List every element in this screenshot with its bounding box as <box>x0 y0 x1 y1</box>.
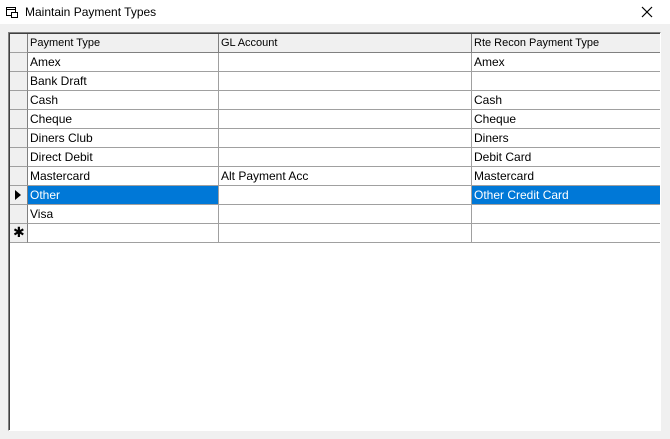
row-selector[interactable] <box>10 91 28 110</box>
cell-payment-type[interactable]: Diners Club <box>28 129 219 148</box>
cell-rte-recon-payment-type[interactable] <box>472 72 660 91</box>
select-all-corner[interactable] <box>10 34 28 53</box>
window-title: Maintain Payment Types <box>25 5 157 19</box>
cell-payment-type[interactable]: Cash <box>28 91 219 110</box>
table-row[interactable]: Mastercard Alt Payment Acc Mastercard <box>10 167 660 186</box>
cell-gl-account[interactable] <box>219 53 472 72</box>
payment-types-grid[interactable]: Payment Type GL Account Rte Recon Paymen… <box>8 32 661 431</box>
cell-gl-account[interactable] <box>219 148 472 167</box>
close-icon <box>641 6 653 18</box>
title-bar: Maintain Payment Types <box>0 0 670 24</box>
window-client-area: Payment Type GL Account Rte Recon Paymen… <box>0 24 670 439</box>
close-button[interactable] <box>624 0 670 24</box>
cell-rte-recon-payment-type[interactable]: Other Credit Card <box>472 186 660 205</box>
cell-payment-type[interactable]: Amex <box>28 53 219 72</box>
cell-gl-account[interactable] <box>219 110 472 129</box>
column-header-rte-recon-payment-type[interactable]: Rte Recon Payment Type <box>472 34 660 53</box>
row-selector[interactable] <box>10 53 28 72</box>
cell-payment-type[interactable] <box>28 224 219 243</box>
cell-gl-account[interactable] <box>219 91 472 110</box>
cell-gl-account[interactable] <box>219 224 472 243</box>
cell-gl-account[interactable]: Alt Payment Acc <box>219 167 472 186</box>
table-row[interactable]: Amex Amex <box>10 53 660 72</box>
row-selector[interactable] <box>10 148 28 167</box>
new-record-row[interactable]: ✱ <box>10 224 660 243</box>
cell-rte-recon-payment-type[interactable]: Mastercard <box>472 167 660 186</box>
cell-rte-recon-payment-type[interactable]: Cash <box>472 91 660 110</box>
cell-gl-account[interactable] <box>219 129 472 148</box>
column-header-payment-type[interactable]: Payment Type <box>28 34 219 53</box>
row-selector[interactable] <box>10 167 28 186</box>
current-row-arrow-icon <box>15 190 21 200</box>
table-row[interactable]: Visa <box>10 205 660 224</box>
table-row[interactable]: Cash Cash <box>10 91 660 110</box>
cell-rte-recon-payment-type[interactable]: Debit Card <box>472 148 660 167</box>
cell-payment-type[interactable]: Direct Debit <box>28 148 219 167</box>
cell-gl-account[interactable] <box>219 205 472 224</box>
cell-payment-type[interactable]: Visa <box>28 205 219 224</box>
table-row[interactable]: Bank Draft <box>10 72 660 91</box>
table-row[interactable]: Diners Club Diners <box>10 129 660 148</box>
row-selector[interactable] <box>10 186 28 205</box>
row-selector[interactable] <box>10 129 28 148</box>
cell-payment-type[interactable]: Mastercard <box>28 167 219 186</box>
cell-gl-account[interactable] <box>219 186 472 205</box>
table-row[interactable]: Other Other Credit Card <box>10 186 660 205</box>
cell-rte-recon-payment-type[interactable]: Diners <box>472 129 660 148</box>
cell-gl-account[interactable] <box>219 72 472 91</box>
table-row[interactable]: Cheque Cheque <box>10 110 660 129</box>
form-icon <box>6 7 18 18</box>
cell-rte-recon-payment-type[interactable]: Cheque <box>472 110 660 129</box>
header-row: Payment Type GL Account Rte Recon Paymen… <box>10 34 660 53</box>
cell-rte-recon-payment-type[interactable] <box>472 224 660 243</box>
row-selector[interactable] <box>10 72 28 91</box>
row-selector[interactable] <box>10 110 28 129</box>
cell-payment-type[interactable]: Cheque <box>28 110 219 129</box>
cell-rte-recon-payment-type[interactable]: Amex <box>472 53 660 72</box>
grid-body: Payment Type GL Account Rte Recon Paymen… <box>9 33 660 430</box>
cell-rte-recon-payment-type[interactable] <box>472 205 660 224</box>
cell-payment-type[interactable]: Bank Draft <box>28 72 219 91</box>
cell-payment-type[interactable]: Other <box>28 186 219 205</box>
row-selector[interactable]: ✱ <box>10 224 28 243</box>
new-record-icon: ✱ <box>13 225 25 241</box>
column-header-gl-account[interactable]: GL Account <box>219 34 472 53</box>
row-selector[interactable] <box>10 205 28 224</box>
table-row[interactable]: Direct Debit Debit Card <box>10 148 660 167</box>
